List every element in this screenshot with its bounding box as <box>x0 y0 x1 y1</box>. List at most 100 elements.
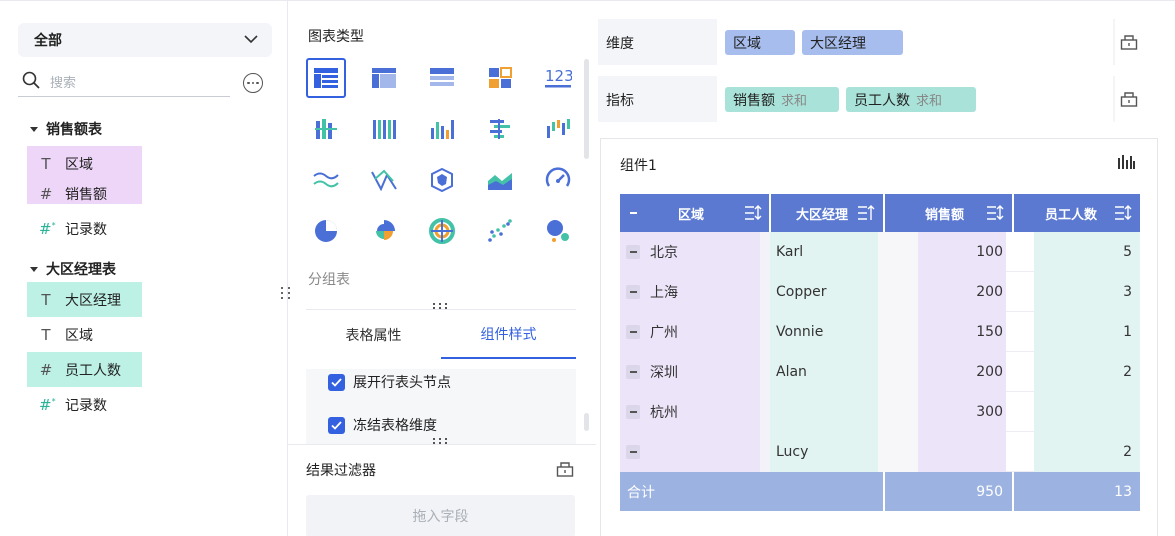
tab-component-style[interactable]: 组件样式 <box>441 310 576 359</box>
cell-manager: Karl <box>770 232 878 272</box>
collapse-icon[interactable] <box>626 365 640 379</box>
table-row: Lucy 2 <box>620 432 1140 472</box>
field-item[interactable]: #* 记录数 <box>27 387 142 422</box>
more-options-icon[interactable] <box>243 73 263 93</box>
cell-sales: 200 <box>918 272 1006 312</box>
chart-type-bubble-icon[interactable] <box>538 211 578 251</box>
divider <box>883 194 885 232</box>
total-sales: 950 <box>976 483 1003 500</box>
checkbox-checked-icon[interactable] <box>328 373 345 391</box>
cell-sales: 100 <box>918 232 1006 272</box>
field-item[interactable]: T 大区经理 <box>27 282 142 317</box>
tab-table-properties[interactable]: 表格属性 <box>306 310 441 359</box>
chart-type-cross-table-icon[interactable] <box>364 58 404 98</box>
section-resize-handle[interactable] <box>433 438 447 444</box>
sort-icon <box>1115 205 1132 220</box>
table-row: 杭州 300 <box>620 392 1140 432</box>
field-item[interactable]: #* 记录数 <box>27 211 142 246</box>
pill-label: 销售额 <box>733 92 775 109</box>
table-group-sales[interactable]: 销售额表 <box>30 119 102 139</box>
scope-select[interactable]: 全部 <box>18 23 272 57</box>
checkbox-checked-icon[interactable] <box>328 416 345 434</box>
dimension-shelf: 维度 区域 大区经理 <box>598 19 1142 65</box>
chevron-down-icon <box>244 32 258 48</box>
cell-sales: 200 <box>918 352 1006 392</box>
calculated-number-icon: #* <box>39 219 56 238</box>
collapse-icon[interactable] <box>626 405 640 419</box>
cell-manager <box>770 392 878 432</box>
chart-type-line-icon[interactable] <box>306 160 346 200</box>
table-group-label: 销售额表 <box>46 122 102 138</box>
field-item[interactable]: T 区域 <box>27 317 142 352</box>
sort-icon <box>987 205 1004 220</box>
chart-type-group-table-icon[interactable] <box>306 58 346 98</box>
sort-icon <box>745 205 762 220</box>
chart-type-polygon-icon[interactable] <box>422 160 462 200</box>
header-label: 区域 <box>678 207 705 223</box>
chart-type-waterfall-icon[interactable] <box>538 109 578 149</box>
field-item[interactable]: # 员工人数 <box>27 352 142 387</box>
pill-aggregation: 求和 <box>781 94 808 109</box>
chart-type-title: 图表类型 <box>308 29 364 45</box>
field-label: 记录数 <box>65 397 107 414</box>
field-item[interactable]: T 区域 <box>27 146 142 181</box>
chart-type-kpi-block-icon[interactable] <box>480 58 520 98</box>
column-header-staff[interactable]: 员工人数 <box>1013 194 1140 232</box>
chart-type-number-icon[interactable]: 123 <box>538 58 578 98</box>
chart-type-bar-icon[interactable] <box>306 109 346 149</box>
metric-pill[interactable]: 员工人数 求和 <box>846 87 976 112</box>
collapse-icon[interactable] <box>626 285 640 299</box>
style-options: 展开行表头节点 冻结表格维度 <box>306 369 576 444</box>
chart-type-stacked-column-icon[interactable] <box>364 109 404 149</box>
option-expand-row-header[interactable]: 展开行表头节点 <box>328 372 451 392</box>
metric-pill[interactable]: 销售额 求和 <box>725 87 839 112</box>
metric-shelf: 指标 销售额 求和 员工人数 求和 <box>598 76 1142 122</box>
collapse-icon[interactable] <box>626 445 640 459</box>
option-freeze-dimension[interactable]: 冻结表格维度 <box>328 415 437 435</box>
total-label: 合计 <box>627 484 655 501</box>
chart-type-sunburst-icon[interactable] <box>422 211 462 251</box>
scope-select-value: 全部 <box>34 33 62 49</box>
collapse-icon[interactable] <box>626 245 640 259</box>
column-header-region[interactable]: 区域 <box>620 194 770 232</box>
cell-spacer <box>878 272 918 312</box>
column-header-manager[interactable]: 大区经理 <box>770 194 883 232</box>
collapse-icon[interactable] <box>626 206 640 220</box>
dimension-pill[interactable]: 区域 <box>725 30 795 55</box>
cell-spacer <box>760 392 770 432</box>
cell-staff <box>1034 392 1140 432</box>
lock-icon[interactable] <box>1113 19 1142 65</box>
chart-type-rose-icon[interactable] <box>364 211 404 251</box>
chart-type-gauge-icon[interactable] <box>538 160 578 200</box>
column-chart-settings-icon[interactable] <box>1117 154 1135 174</box>
selected-chart-type-label: 分组表 <box>308 272 350 288</box>
chart-type-detail-table-icon[interactable] <box>422 58 462 98</box>
pill-aggregation: 求和 <box>916 94 943 109</box>
cell-staff: 3 <box>1034 272 1140 312</box>
chart-type-area-icon[interactable] <box>480 160 520 200</box>
chart-type-scrollbar[interactable] <box>584 59 589 159</box>
chart-type-horizontal-bar-icon[interactable] <box>480 109 520 149</box>
dimension-drop-zone[interactable]: 区域 大区经理 <box>717 19 1113 65</box>
field-label: 销售额 <box>65 186 107 203</box>
cell-staff: 2 <box>1034 352 1140 392</box>
table-group-managers[interactable]: 大区经理表 <box>30 259 116 279</box>
metric-drop-zone[interactable]: 销售额 求和 员工人数 求和 <box>717 76 1113 122</box>
search-field[interactable]: 搜索 <box>18 67 230 97</box>
chart-type-scatter-icon[interactable] <box>480 211 520 251</box>
result-filter-title: 结果过滤器 <box>306 463 376 479</box>
lock-icon[interactable] <box>1113 76 1142 122</box>
chart-type-column-icon[interactable] <box>422 109 462 149</box>
chart-type-radar-icon[interactable] <box>364 160 404 200</box>
column-header-sales[interactable]: 销售额 <box>884 194 1012 232</box>
search-input[interactable]: 搜索 <box>50 72 76 91</box>
field-item[interactable]: # 销售额 <box>27 177 142 204</box>
chart-type-pie-icon[interactable] <box>306 211 346 251</box>
lock-icon[interactable] <box>556 461 574 481</box>
table-header: 区域 大区经理 销售额 员工人数 <box>620 194 1140 232</box>
cell-spacer <box>760 352 770 392</box>
collapse-icon[interactable] <box>626 325 640 339</box>
style-options-scrollbar[interactable] <box>584 413 589 431</box>
filter-drop-zone[interactable]: 拖入字段 <box>306 495 575 536</box>
dimension-pill[interactable]: 大区经理 <box>802 30 903 55</box>
